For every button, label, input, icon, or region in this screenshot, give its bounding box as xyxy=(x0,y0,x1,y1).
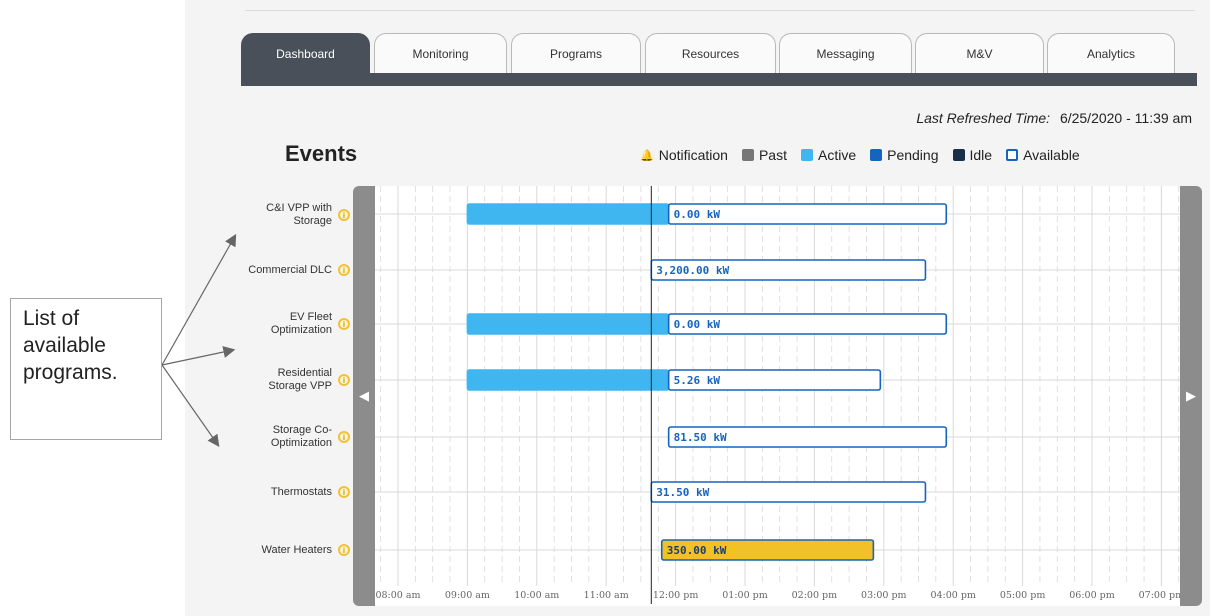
arrow-up xyxy=(161,233,237,366)
annotation-arrows xyxy=(161,233,237,447)
arrow-down xyxy=(161,364,220,447)
arrow-middle xyxy=(161,346,236,366)
annotation-note: List of available programs. xyxy=(10,298,162,440)
